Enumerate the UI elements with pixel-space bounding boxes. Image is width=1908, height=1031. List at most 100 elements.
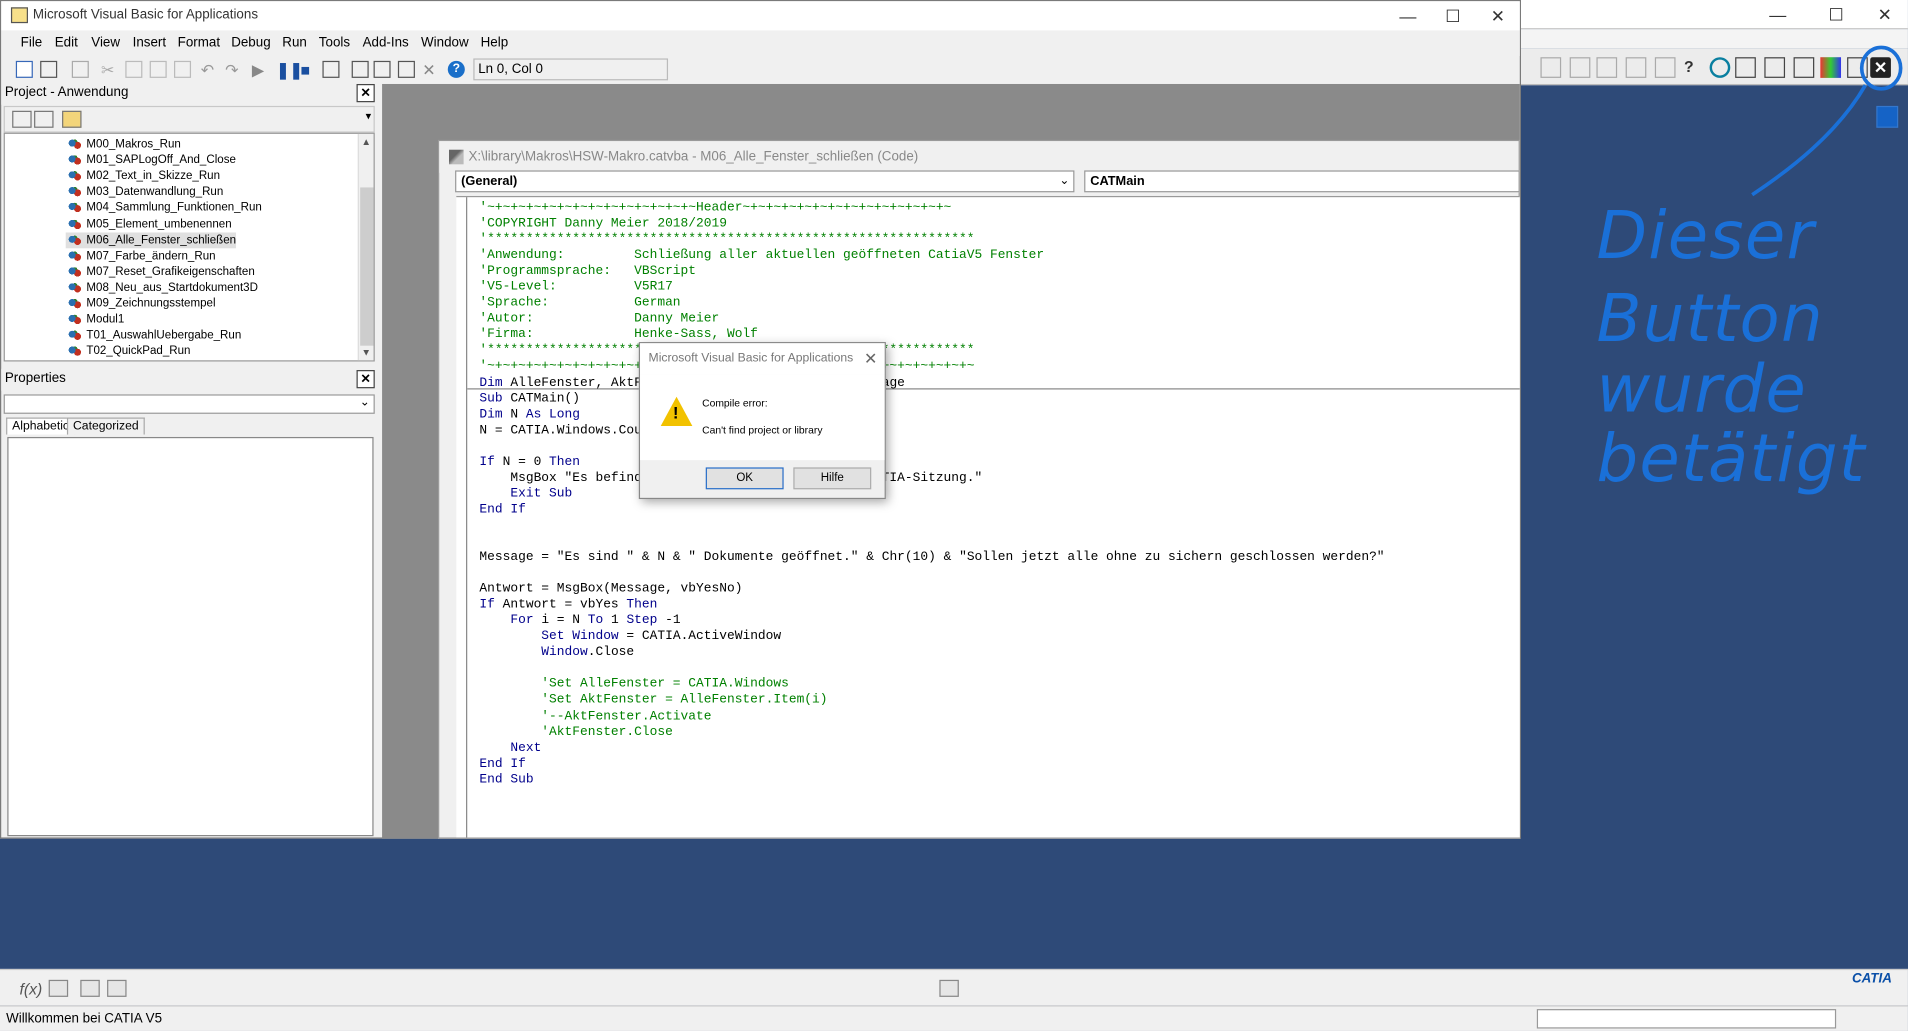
toggle-folders-icon[interactable] [62, 110, 82, 128]
project-explorer-icon[interactable] [351, 60, 369, 78]
toolbar-icon[interactable] [1654, 57, 1676, 78]
project-tree-item[interactable]: M06_Alle_Fenster_schließen [65, 231, 237, 248]
project-tree-item[interactable]: M02_Text_in_Skizze_Run [66, 168, 220, 184]
color-icon[interactable] [1820, 57, 1842, 78]
procedure-combo[interactable]: CATMain [1084, 170, 1520, 193]
code-line: 'Sprache: German [479, 296, 681, 311]
lock-icon[interactable] [80, 979, 100, 997]
help-icon[interactable]: ? [447, 60, 465, 78]
paste-icon[interactable] [149, 60, 167, 78]
menu-window[interactable]: Window [421, 35, 469, 50]
project-tree-item[interactable]: T01_AuswahlUebergabe_Run [66, 328, 241, 344]
view-code-icon[interactable] [12, 110, 32, 128]
menu-edit[interactable]: Edit [55, 35, 78, 50]
project-tree-item[interactable]: M09_Zeichnungsstempel [66, 296, 216, 312]
close-icon[interactable]: × [356, 84, 375, 103]
code-line: MsgBox "Es befinden sich keine Fenster i… [479, 470, 983, 486]
menu-insert[interactable]: Insert [133, 35, 166, 50]
copy-icon[interactable] [125, 60, 143, 78]
project-tree-item[interactable]: M07_Farbe_ändern_Run [66, 248, 216, 264]
ok-button[interactable]: OK [705, 467, 784, 490]
redo-icon[interactable]: ↷ [225, 61, 242, 79]
properties-pane-title: Properties × [1, 368, 379, 391]
view-object-icon[interactable] [34, 110, 54, 128]
maximize-icon[interactable]: ☐ [1430, 1, 1476, 30]
scroll-up-icon[interactable]: ▲ [361, 136, 371, 147]
menu-debug[interactable]: Debug [231, 35, 270, 50]
project-tree-item[interactable]: T02_QuickPad_Run [66, 344, 191, 360]
menu-tools[interactable]: Tools [319, 35, 350, 50]
scroll-down-icon[interactable]: ▾ [366, 110, 372, 123]
tab-categorized[interactable]: Categorized [66, 417, 145, 435]
project-tree-item[interactable]: Modul1 [66, 312, 124, 328]
vba-app-icon [10, 7, 28, 24]
table-icon[interactable] [48, 979, 69, 997]
properties-window-icon[interactable] [373, 60, 391, 78]
close-icon[interactable]: ✕ [864, 343, 877, 375]
properties-object-select[interactable]: ⌄ [3, 394, 375, 414]
tab-alphabetic[interactable]: Alphabetic [6, 417, 76, 435]
menu-run[interactable]: Run [282, 35, 307, 50]
close-icon[interactable]: ✕ [1475, 1, 1521, 30]
toolbar-icon[interactable] [1569, 57, 1591, 78]
save-icon[interactable] [71, 60, 89, 78]
help-button[interactable]: Hilfe [793, 467, 872, 490]
stop-icon[interactable]: ■ [301, 61, 318, 79]
toolbar-icon[interactable] [1625, 57, 1647, 78]
toolbar-icon[interactable] [1847, 57, 1868, 78]
toolbar-icon[interactable] [1596, 57, 1618, 78]
menubar: File Edit View Insert Format Debug Run T… [1, 30, 1520, 56]
run-icon[interactable]: ▶ [252, 61, 269, 79]
menu-view[interactable]: View [91, 35, 120, 50]
close-icon[interactable]: × [356, 370, 375, 389]
project-tree-item[interactable]: M04_Sammlung_Funktionen_Run [66, 200, 262, 216]
project-tree-item[interactable]: M01_SAPLogOff_And_Close [66, 152, 236, 168]
toolbar-icon[interactable] [1764, 57, 1786, 78]
toolbar-icon[interactable] [1540, 57, 1562, 78]
project-tree-item[interactable]: M08_Neu_aus_Startdokument3D [66, 280, 258, 296]
object-combo[interactable]: (General) ⌄ [455, 170, 1075, 193]
minimize-icon[interactable]: — [1385, 1, 1431, 30]
power-input[interactable] [1536, 1009, 1837, 1029]
tools-icon[interactable] [107, 979, 127, 997]
annotation-arrow [1751, 84, 1867, 197]
menu-format[interactable]: Format [178, 35, 220, 50]
code-margin [466, 197, 468, 838]
new-icon[interactable] [15, 60, 33, 78]
menu-help[interactable]: Help [481, 35, 509, 50]
scroll-down-icon[interactable]: ▼ [361, 347, 371, 358]
help-icon[interactable]: ? [1684, 57, 1705, 78]
find-icon[interactable] [174, 60, 192, 78]
formula-icon[interactable]: f(x) [19, 980, 42, 998]
cut-icon[interactable]: ✂ [101, 61, 118, 79]
close-icon[interactable]: ✕ [1862, 0, 1908, 29]
project-tree-item[interactable]: M00_Makros_Run [66, 136, 181, 152]
code-editor[interactable]: '~+~+~+~+~+~+~+~+~+~+~+~+~+~Header~+~+~+… [456, 195, 1520, 838]
scroll-thumb[interactable] [360, 187, 374, 346]
code-line: Window.Close [541, 645, 635, 661]
fit-icon[interactable] [939, 979, 959, 997]
properties-title: Properties [4, 371, 66, 386]
compile-error-dialog: Microsoft Visual Basic for Applications … [638, 342, 886, 500]
toolbox-icon[interactable]: ✕ [422, 61, 439, 79]
maximize-icon[interactable]: ☐ [1813, 0, 1859, 29]
project-tree-item[interactable]: M05_Element_umbenennen [66, 216, 232, 232]
design-mode-icon[interactable] [322, 60, 340, 78]
minimize-icon[interactable]: — [1755, 0, 1801, 29]
menu-file[interactable]: File [21, 35, 43, 50]
project-tree-item[interactable]: M07_Reset_Grafikeigenschaften [66, 264, 255, 280]
pause-icon[interactable]: ❚❚ [276, 61, 303, 79]
power-icon[interactable] [1709, 57, 1731, 78]
project-tree-item[interactable]: M03_Datenwandlung_Run [66, 184, 224, 200]
undo-icon[interactable]: ↶ [201, 61, 218, 79]
object-browser-icon[interactable] [397, 60, 415, 78]
toolbar-icon[interactable] [1793, 57, 1815, 78]
exit-macro-icon[interactable]: ✕ [1870, 57, 1891, 78]
menu-addins[interactable]: Add-Ins [363, 35, 409, 50]
project-scrollbar[interactable]: ▲ ▼ [357, 133, 374, 361]
insert-icon[interactable] [40, 60, 58, 78]
code-line: 'Programmsprache: VBScript [479, 264, 697, 279]
toolbar-icon[interactable] [1735, 57, 1756, 78]
vba-window: Microsoft Visual Basic for Applications … [0, 0, 1521, 839]
